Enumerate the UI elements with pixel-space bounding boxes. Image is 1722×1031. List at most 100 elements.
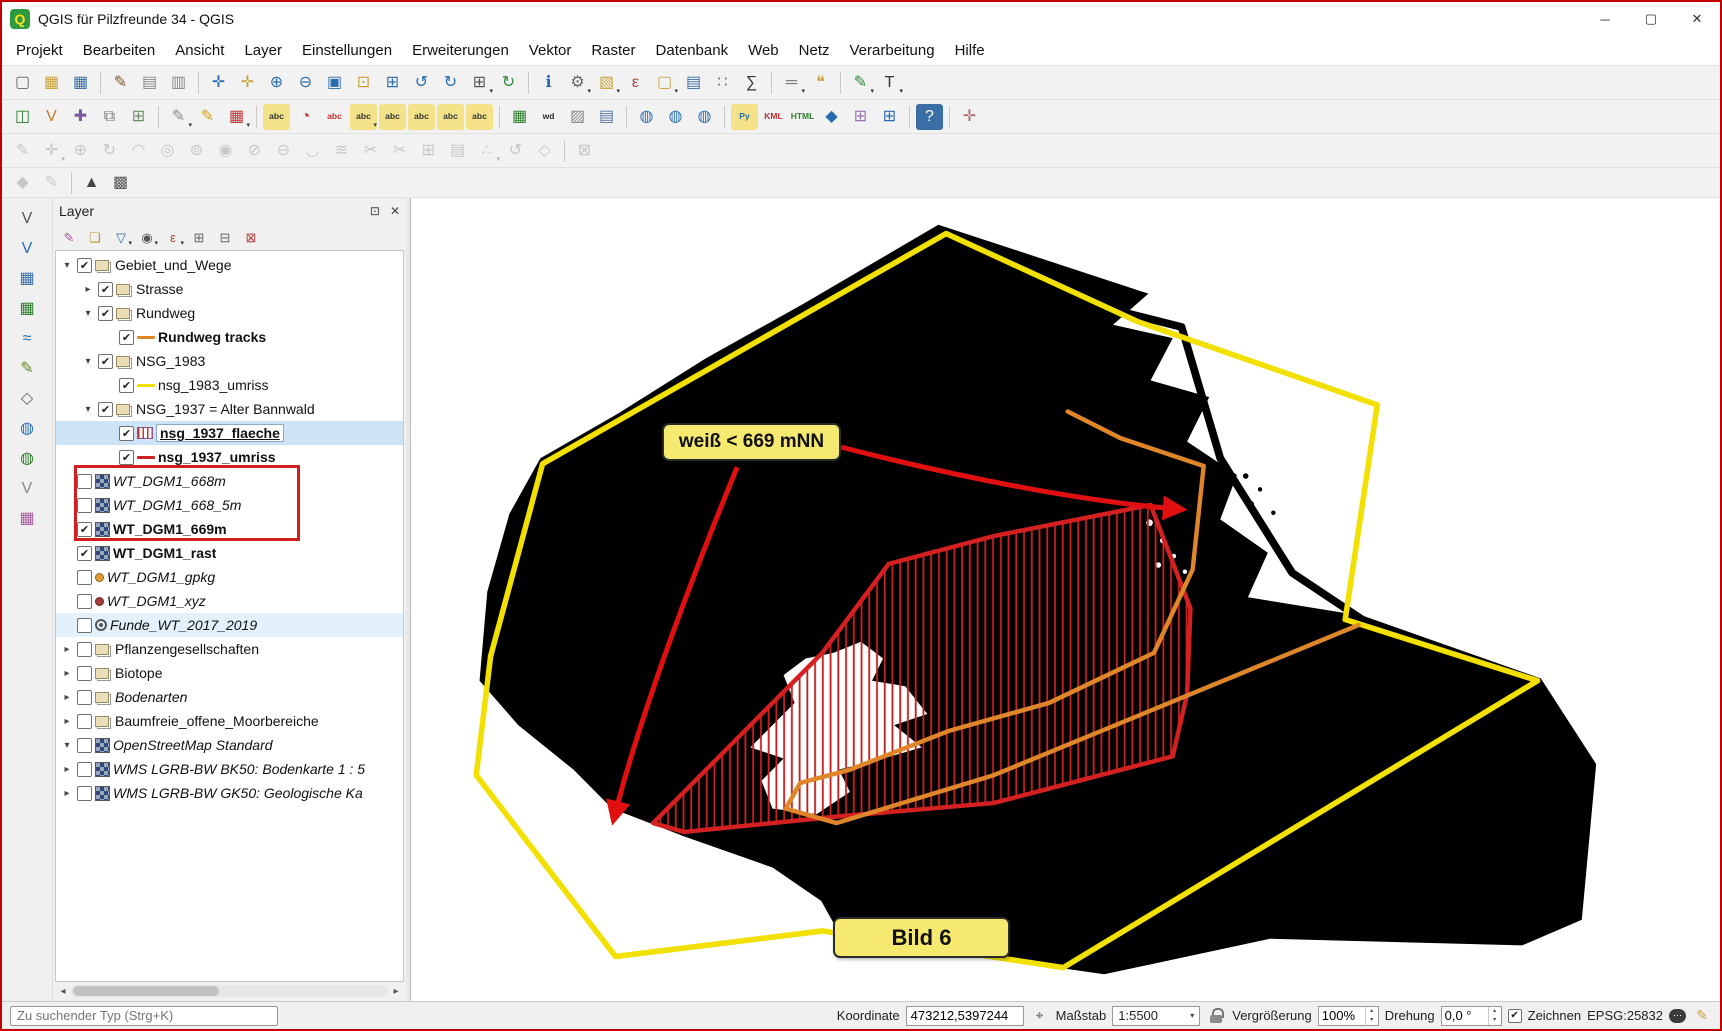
render-checkbox[interactable]: ✔ <box>1508 1009 1522 1023</box>
layer-visibility-checkbox[interactable] <box>77 738 92 753</box>
web-tool-icon[interactable]: ◆ <box>818 104 845 130</box>
layer-item-nsg-1937-umriss[interactable]: ✔nsg_1937_umriss <box>56 445 403 469</box>
layer-item-gebiet-und-wege[interactable]: ▾✔Gebiet_und_Wege <box>56 253 403 277</box>
layer-visibility-checkbox[interactable] <box>77 690 92 705</box>
raster-calculator-icon[interactable]: ▦ <box>506 104 533 130</box>
pan-to-selection-icon[interactable]: ✛ <box>234 70 261 96</box>
current-edits-icon[interactable]: ✎▾ <box>165 104 192 130</box>
layer-item-wms-lgrb-bw-gk50-geologische-ka[interactable]: ▸WMS LGRB-BW GK50: Geologische Ka <box>56 781 403 805</box>
python-console-icon[interactable]: Py <box>731 104 758 130</box>
expand-arrow-icon[interactable]: ▸ <box>60 668 74 679</box>
layer-item-nsg-1937-flaeche[interactable]: ✔nsg_1937_flaeche <box>56 421 403 445</box>
menu-projekt[interactable]: Projekt <box>6 36 73 66</box>
pin-unpin-labels-icon[interactable]: abc▾ <box>350 104 377 130</box>
collapse-all-icon[interactable]: ⊟ <box>214 226 236 248</box>
menu-hilfe[interactable]: Hilfe <box>945 36 995 66</box>
rotation-input[interactable] <box>1442 1007 1488 1025</box>
new-virtual-layer-icon[interactable]: ⧉ <box>96 104 123 130</box>
add-wcs-layer-icon[interactable]: ◍ <box>14 446 41 472</box>
new-map-view-icon[interactable]: ⊞▾ <box>466 70 493 96</box>
layer-visibility-checkbox[interactable] <box>77 786 92 801</box>
layer-visibility-checkbox[interactable]: ✔ <box>119 378 134 393</box>
manage-map-themes-icon[interactable]: ◉▾ <box>136 226 158 248</box>
new-project-icon[interactable]: ▢ <box>9 70 36 96</box>
change-label-properties-icon[interactable]: abc <box>466 104 493 130</box>
add-vector-layer-icon[interactable]: V <box>14 236 41 262</box>
layer-item-nsg-1983[interactable]: ▾✔NSG_1983 <box>56 349 403 373</box>
identify-features-icon[interactable]: ℹ <box>535 70 562 96</box>
coordinate-input[interactable] <box>906 1006 1024 1026</box>
layer-item-nsg-1937-alter-bannwald[interactable]: ▾✔NSG_1937 = Alter Bannwald <box>56 397 403 421</box>
statistical-summary-icon[interactable]: ∑ <box>738 70 765 96</box>
remove-layer-icon[interactable]: ⊠ <box>240 226 262 248</box>
collapse-arrow-icon[interactable]: ▾ <box>60 260 74 271</box>
layer-visibility-checkbox[interactable] <box>77 666 92 681</box>
layer-visibility-checkbox[interactable] <box>77 474 92 489</box>
move-label-icon[interactable]: abc <box>408 104 435 130</box>
raster-paint-icon[interactable]: ▩ <box>107 170 134 196</box>
magnifier-input[interactable] <box>1319 1007 1365 1025</box>
layer-labeling-options-icon[interactable]: abc <box>263 104 290 130</box>
layer-item-rundweg-tracks[interactable]: ✔Rundweg tracks <box>56 325 403 349</box>
expand-arrow-icon[interactable]: ▸ <box>60 644 74 655</box>
spin-buttons[interactable]: ▴▾ <box>1365 1007 1378 1025</box>
image-viewer-icon[interactable]: ▨ <box>564 104 591 130</box>
layer-visibility-checkbox[interactable]: ✔ <box>77 258 92 273</box>
scrollbar-thumb[interactable] <box>73 986 219 996</box>
layer-panel-hscrollbar[interactable]: ◂ ▸ <box>55 983 404 999</box>
layer-visibility-checkbox[interactable]: ✔ <box>98 354 113 369</box>
log-pencil-icon[interactable]: ✎ <box>1692 1006 1712 1026</box>
expand-arrow-icon[interactable]: ▸ <box>60 788 74 799</box>
open-project-icon[interactable]: ▦ <box>38 70 65 96</box>
layer-item-wt-dgm1-669m[interactable]: ✔WT_DGM1_669m <box>56 517 403 541</box>
layer-visibility-checkbox[interactable] <box>77 498 92 513</box>
zoom-in-icon[interactable]: ⊕ <box>263 70 290 96</box>
wd-tool-icon[interactable]: wd <box>535 104 562 130</box>
show-hide-labels-icon[interactable]: abc <box>379 104 406 130</box>
help-contents-icon[interactable]: ? <box>916 104 943 130</box>
zoom-full-extent-icon[interactable]: ▣ <box>321 70 348 96</box>
crosshair-tool-icon[interactable]: ✛ <box>956 104 983 130</box>
add-xyz-layer-icon[interactable]: ▦ <box>14 506 41 532</box>
save-project-icon[interactable]: ▦ <box>67 70 94 96</box>
georeferencer-icon[interactable]: ⊞ <box>125 104 152 130</box>
layer-item-baumfreie-offene-moorbereiche[interactable]: ▸Baumfreie_offene_Moorbereiche <box>56 709 403 733</box>
layer-visibility-checkbox[interactable] <box>77 642 92 657</box>
collapse-arrow-icon[interactable]: ▾ <box>81 404 95 415</box>
scale-combobox[interactable]: 1:5500▾ <box>1112 1006 1200 1026</box>
spin-up-icon[interactable]: ▴ <box>1366 1007 1378 1016</box>
kml-tools-icon[interactable]: KML <box>760 104 787 130</box>
add-mesh-layer-icon[interactable]: ▦ <box>14 296 41 322</box>
menu-erweiterungen[interactable]: Erweiterungen <box>402 36 519 66</box>
maximize-button[interactable]: ▢ <box>1628 2 1674 36</box>
layer-visibility-checkbox[interactable] <box>77 714 92 729</box>
add-delimited-text-icon[interactable]: ≈ <box>14 326 41 352</box>
deselect-all-icon[interactable]: ▢▾ <box>651 70 678 96</box>
close-panel-icon[interactable]: ✕ <box>390 204 400 218</box>
measure-icon[interactable]: ═▾ <box>778 70 805 96</box>
layer-visibility-checkbox[interactable]: ✔ <box>119 450 134 465</box>
map-tips-icon[interactable]: ❝ <box>807 70 834 96</box>
filter-legend-icon[interactable]: ▽▾ <box>110 226 132 248</box>
layer-item-wt-dgm1-rast[interactable]: ✔WT_DGM1_rast <box>56 541 403 565</box>
html-tools-icon[interactable]: HTML <box>789 104 816 130</box>
new-geopackage-layer-icon[interactable]: ✎ <box>14 356 41 382</box>
run-feature-action-icon[interactable]: ⚙▾ <box>564 70 591 96</box>
menu-vektor[interactable]: Vektor <box>519 36 582 66</box>
table-plugin-icon[interactable]: ⊞ <box>876 104 903 130</box>
globe-search-icon[interactable]: ◍ <box>691 104 718 130</box>
collapse-arrow-icon[interactable]: ▾ <box>81 356 95 367</box>
expand-arrow-icon[interactable]: ▸ <box>81 284 95 295</box>
layer-item-wt-dgm1-gpkg[interactable]: WT_DGM1_gpkg <box>56 565 403 589</box>
spin-buttons[interactable]: ▴▾ <box>1488 1007 1501 1025</box>
add-group-icon[interactable]: ❏ <box>84 226 106 248</box>
zoom-to-layer-icon[interactable]: ⊞ <box>379 70 406 96</box>
new-shapefile-layer-icon[interactable]: V <box>38 104 65 130</box>
select-by-expression-icon[interactable]: ε <box>622 70 649 96</box>
close-button[interactable]: ✕ <box>1674 2 1720 36</box>
lock-scale-icon[interactable] <box>1206 1006 1226 1026</box>
refresh-icon[interactable]: ↻ <box>495 70 522 96</box>
menu-einstellungen[interactable]: Einstellungen <box>292 36 402 66</box>
layer-visibility-checkbox[interactable] <box>77 570 92 585</box>
text-annotation-icon[interactable]: T▾ <box>876 70 903 96</box>
